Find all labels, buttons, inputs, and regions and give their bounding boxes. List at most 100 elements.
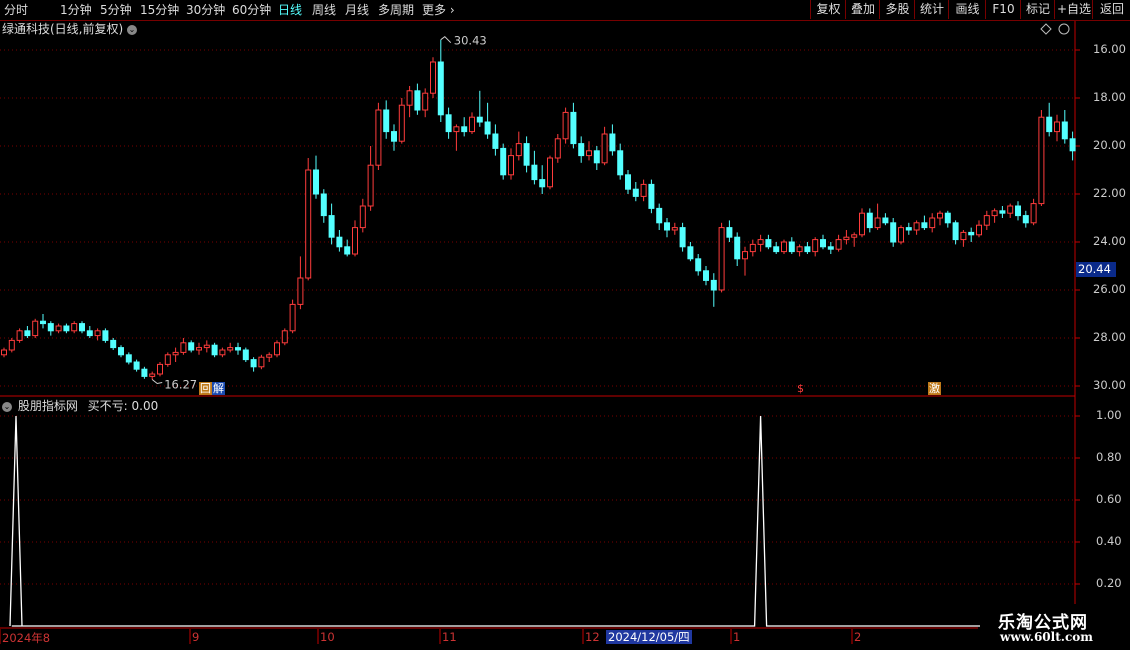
candle-body <box>141 368 148 377</box>
date-label: 9 <box>192 630 200 644</box>
candle-body <box>500 147 507 176</box>
candle-body <box>835 239 842 250</box>
candle-body <box>734 236 741 260</box>
candle-body <box>406 90 413 106</box>
candle-body <box>328 215 335 238</box>
candle-body <box>414 90 421 111</box>
price-label: 18.00 <box>1093 90 1126 104</box>
date-cursor-label: 2024/12/05/四 <box>606 630 692 644</box>
candle-body <box>749 243 756 253</box>
logo-url: www.60lt.com <box>1000 630 1093 644</box>
indicator-label: 0.20 <box>1096 576 1122 590</box>
candle-body <box>859 212 865 236</box>
candle-body <box>788 241 795 253</box>
candle-body <box>430 61 436 94</box>
candle-body <box>640 183 647 197</box>
candle-body <box>726 227 733 238</box>
candle-body <box>157 363 163 375</box>
date-label: 10 <box>320 630 335 644</box>
candle-body <box>554 138 561 159</box>
candle-body <box>508 155 514 176</box>
price-label: 28.00 <box>1093 330 1126 344</box>
candle-body <box>125 354 132 363</box>
date-label: 2024年8 <box>2 631 51 645</box>
candle-body <box>999 210 1006 214</box>
candle-body <box>944 212 951 224</box>
candle-body <box>32 320 39 337</box>
candle-body <box>1069 138 1076 152</box>
candle-body <box>1007 205 1014 214</box>
candle-body <box>531 164 538 181</box>
candle-body <box>765 239 772 248</box>
candle-body <box>547 157 553 188</box>
candle-body <box>118 347 124 356</box>
candle-body <box>289 303 296 332</box>
candle-body <box>258 356 265 368</box>
candle-body <box>266 354 273 358</box>
candle-body <box>16 330 23 341</box>
candle-body <box>757 239 764 245</box>
chevron-down-icon[interactable]: ⌄ <box>2 401 12 412</box>
ji-marker: 激 <box>928 382 941 395</box>
indicator-label: 0.60 <box>1096 492 1122 506</box>
candle-body <box>492 133 499 149</box>
candle-body <box>781 241 787 253</box>
date-label: 1 <box>733 630 741 644</box>
candle-body <box>211 344 218 356</box>
candle-body <box>336 236 343 248</box>
hui-marker: 回 <box>199 382 212 395</box>
candle-body <box>79 323 85 332</box>
settings-circle-icon <box>1058 23 1070 35</box>
candle-body <box>874 217 881 229</box>
candle-body <box>1046 116 1053 133</box>
candle-body <box>913 222 920 231</box>
candle-body <box>1038 116 1045 205</box>
candle-body <box>625 174 631 190</box>
candle-body <box>469 116 475 133</box>
candle-body <box>804 246 811 253</box>
candle-body <box>882 217 889 224</box>
date-label: 12 <box>585 630 600 644</box>
candle-body <box>586 150 592 157</box>
candle-body <box>297 277 304 305</box>
candle-body <box>515 143 522 157</box>
candle-body <box>40 320 46 325</box>
candle-body <box>110 339 117 349</box>
low-price-annotation: 16.27 <box>164 378 197 392</box>
candle-body <box>149 373 156 377</box>
candle-body <box>898 227 904 243</box>
candle-body <box>664 222 670 231</box>
candle-body <box>391 131 397 142</box>
candle-body <box>313 169 319 195</box>
candle-body <box>703 270 709 281</box>
candle-body <box>1030 203 1037 224</box>
high-price-annotation: 30.43 <box>454 34 487 48</box>
candle-body <box>929 217 936 229</box>
kline-chart[interactable]: 30.43 16.27 <box>0 0 1130 650</box>
candle-body <box>398 104 405 142</box>
candle-body <box>359 205 366 229</box>
candle-body <box>94 330 101 337</box>
candle-body <box>687 246 694 260</box>
candle-body <box>164 354 171 365</box>
candle-body <box>570 111 577 145</box>
price-label: 20.00 <box>1093 138 1126 152</box>
candle-body <box>242 349 249 361</box>
candle-body <box>718 227 725 291</box>
candle-body <box>742 251 748 260</box>
candle-body <box>593 150 600 164</box>
candle-body <box>695 258 702 272</box>
diamond-icon <box>1040 23 1052 35</box>
dollar-marker: $ <box>797 382 804 395</box>
candle-body <box>1 349 7 356</box>
candle-body <box>827 246 834 250</box>
candle-body <box>968 231 975 236</box>
candle-body <box>562 111 569 140</box>
candle-body <box>250 359 257 368</box>
candle-body <box>172 351 179 356</box>
indicator-title-row: ⌄ 股朋指标网 买不亏: 0.00 <box>2 398 158 414</box>
candle-body <box>235 347 241 351</box>
candle-body <box>71 323 78 332</box>
candle-body <box>843 236 850 241</box>
candle-body <box>320 193 327 217</box>
